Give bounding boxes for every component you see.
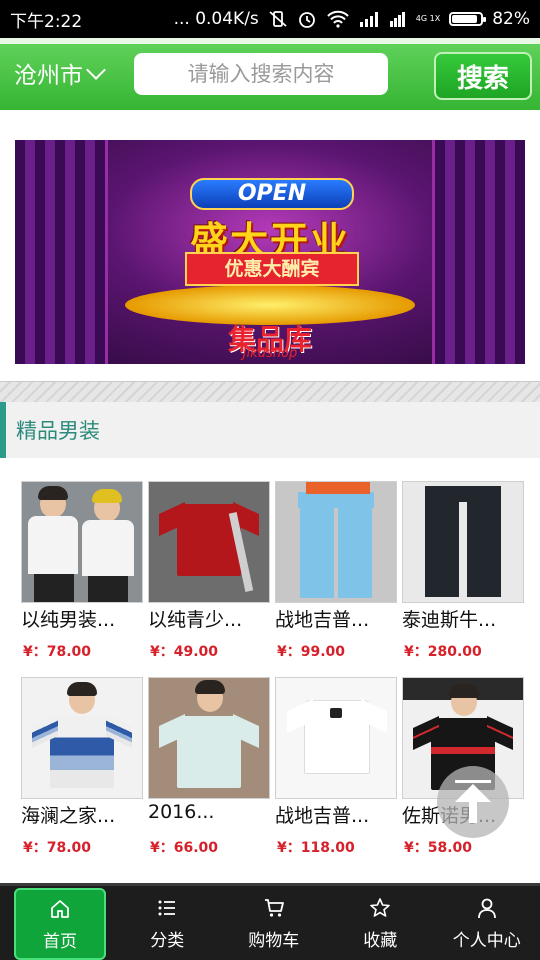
product-image [275,481,397,603]
product-card[interactable]: 泰迪斯牛... ¥：280.00 [402,481,524,671]
list-icon [155,896,179,920]
product-name: 以纯青少... [148,609,243,631]
product-price: ¥：78.00 [23,840,92,856]
tab-label: 购物车 [248,930,300,951]
product-name: 泰迪斯牛... [402,609,497,631]
alarm-icon [297,9,317,29]
cart-icon [262,896,286,920]
arrow-up-icon [455,780,491,783]
city-label: 沧州市 [14,63,83,89]
product-price: ¥：78.00 [23,644,92,660]
product-name: 战地吉普... [275,609,370,631]
product-image [148,677,270,799]
product-card[interactable]: 以纯青少... ¥：49.00 [148,481,270,671]
tab-home[interactable]: 首页 [14,888,106,960]
product-name: 海澜之家... [21,805,116,827]
home-icon [48,897,72,921]
person-icon [475,896,499,920]
product-price: ¥：280.00 [404,644,482,660]
wifi-icon [326,10,350,28]
tab-favorites[interactable]: 收藏 [327,886,434,960]
product-image [148,481,270,603]
star-icon [368,896,392,920]
tab-label: 分类 [150,930,185,951]
product-name: 战地吉普... [275,805,370,827]
battery-level: 82% [492,9,530,29]
chevron-down-icon [86,60,106,80]
product-image [275,677,397,799]
section-divider [0,381,540,403]
product-card[interactable]: 以纯男装... ¥：78.00 [21,481,143,671]
product-price: ¥：66.00 [150,840,219,856]
product-price: ¥：58.00 [404,840,473,856]
status-bar: 下午2:22 ... 0.04K/s 4G 1X 82% [0,0,540,38]
city-selector[interactable]: 沧州市 [14,56,106,90]
product-price: ¥：118.00 [277,840,355,856]
product-price: ¥：49.00 [150,644,219,660]
banner-subtitle: 优惠大酬宾 [185,252,359,286]
product-image [21,677,143,799]
battery-icon [449,12,487,26]
tab-label: 个人中心 [452,930,521,951]
search-button[interactable]: 搜索 [434,52,532,100]
signal-icon [359,11,381,27]
product-card[interactable]: 2016... ¥：66.00 [148,677,270,867]
search-input[interactable] [134,53,388,95]
header-bar: 沧州市 搜索 [0,38,540,110]
tab-category[interactable]: 分类 [114,886,221,960]
promo-banner[interactable]: OPEN 盛大开业 优惠大酬宾 集品库 Jikushop [15,140,525,364]
bottom-tab-bar: 首页 分类 购物车 收藏 个人中心 [0,883,540,960]
product-card[interactable]: 战地吉普... ¥：118.00 [275,677,397,867]
tab-cart[interactable]: 购物车 [221,886,328,960]
product-price: ¥：99.00 [277,644,346,660]
banner-badge: OPEN [190,178,354,210]
tab-profile[interactable]: 个人中心 [434,886,540,960]
product-image [21,481,143,603]
network-type-label: 4G 1X [415,14,441,23]
vibrate-off-icon [268,10,288,28]
product-image [402,481,524,603]
product-name: 以纯男装... [21,609,116,631]
banner-logo-sub: Jikushop [242,346,298,361]
status-time: 下午2:22 [10,11,83,32]
tab-label: 收藏 [363,930,398,951]
section-title: 精品男装 [0,402,540,458]
signal-4g-icon: 4G 1X [389,11,441,27]
back-to-top-button[interactable] [437,766,509,838]
tab-label: 首页 [43,931,77,952]
product-name: 2016... [148,801,215,823]
product-card[interactable]: 海澜之家... ¥：78.00 [21,677,143,867]
network-speed: ... 0.04K/s [173,9,259,29]
product-card[interactable]: 战地吉普... ¥：99.00 [275,481,397,671]
